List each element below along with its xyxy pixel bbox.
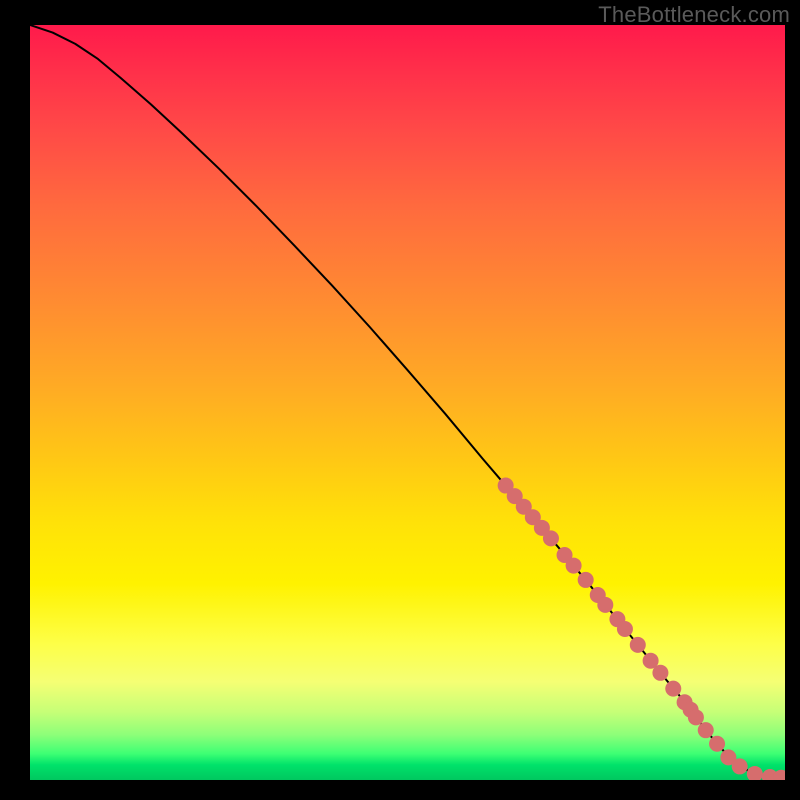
marker-point xyxy=(617,621,633,637)
plot-area xyxy=(30,25,785,780)
marker-point xyxy=(709,736,725,752)
marker-point xyxy=(543,530,559,546)
marker-point xyxy=(630,637,646,653)
marker-point xyxy=(665,681,681,697)
marker-point xyxy=(698,722,714,738)
marker-point xyxy=(732,758,748,774)
marker-point xyxy=(566,558,582,574)
chart-frame: TheBottleneck.com xyxy=(0,0,800,800)
marker-point xyxy=(688,709,704,725)
watermark-label: TheBottleneck.com xyxy=(598,2,790,28)
curve-bottleneck-curve xyxy=(30,25,785,778)
marker-point xyxy=(652,665,668,681)
bottleneck-chart xyxy=(30,25,785,780)
marker-point xyxy=(747,766,763,780)
marker-point xyxy=(578,572,594,588)
marker-point xyxy=(597,597,613,613)
